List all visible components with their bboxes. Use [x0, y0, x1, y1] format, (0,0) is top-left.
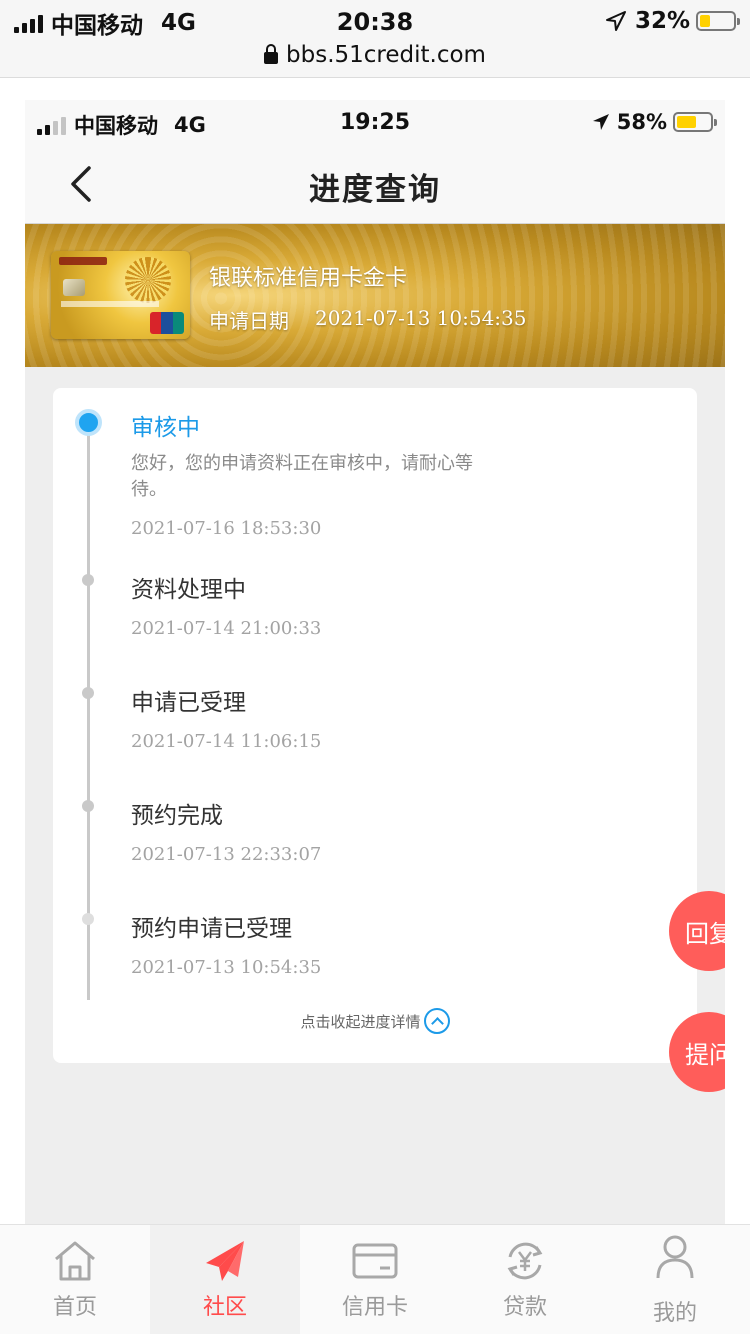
- tab-home[interactable]: 首页: [0, 1225, 150, 1334]
- tab-loan[interactable]: 贷款: [450, 1225, 600, 1334]
- tab-label: 我的: [652, 1301, 697, 1326]
- tab-community[interactable]: 社区: [150, 1225, 300, 1334]
- lock-icon: [264, 44, 279, 64]
- browser-status-right: 32%: [605, 8, 740, 34]
- timeline-dot: [82, 913, 94, 925]
- timeline-title: 申请已受理: [131, 690, 246, 716]
- timeline-dot: [82, 800, 94, 812]
- timeline-time: 2021-07-13 22:33:07: [131, 844, 322, 865]
- bottom-tab-bar: 首页 社区 信用卡 贷款 我的: [0, 1224, 750, 1334]
- progress-panel: 审核中 您好，您的申请资料正在审核中，请耐心等待。 2021-07-16 18:…: [53, 388, 697, 1063]
- card-banner: 银联标准信用卡金卡 申请日期 2021-07-13 10:54:35: [25, 224, 725, 367]
- timeline-description: 您好，您的申请资料正在审核中，请耐心等待。: [131, 453, 473, 500]
- collapse-label: 点击收起进度详情: [300, 1012, 421, 1031]
- home-icon: [55, 1241, 95, 1281]
- app-status-right: 58%: [591, 110, 717, 134]
- url-bar[interactable]: bbs.51credit.com: [0, 40, 750, 70]
- tab-label: 信用卡: [341, 1295, 408, 1320]
- timeline-title: 预约申请已受理: [131, 916, 292, 942]
- timeline-dot-active: [75, 409, 102, 436]
- tab-profile[interactable]: 我的: [600, 1225, 750, 1334]
- timeline-title: 资料处理中: [131, 577, 246, 603]
- apply-date-label: 申请日期: [209, 309, 289, 333]
- card-name: 银联标准信用卡金卡: [209, 266, 408, 291]
- location-arrow-icon: [592, 114, 609, 130]
- timeline-dot: [82, 687, 94, 699]
- location-arrow-icon: [605, 11, 626, 31]
- app-screen: 中国移动 4G 19:25 58% 进度查询 银联标准信用卡金卡 申请日期 20…: [25, 100, 725, 1224]
- browser-battery-text: 32%: [634, 8, 690, 34]
- browser-status-bar: 中国移动 4G 20:38 32% bbs.51credit.com: [0, 0, 750, 78]
- paper-plane-icon: [206, 1241, 244, 1281]
- credit-card-image: [51, 251, 190, 339]
- app-status-bar: 中国移动 4G 19:25 58%: [25, 100, 725, 146]
- timeline-time: 2021-07-16 18:53:30: [131, 518, 322, 539]
- timeline-time: 2021-07-14 11:06:15: [131, 731, 322, 752]
- apply-date: 2021-07-13 10:54:35: [315, 306, 527, 330]
- tab-label: 贷款: [502, 1295, 547, 1320]
- tab-label: 首页: [52, 1295, 97, 1320]
- tab-label: 社区: [202, 1295, 247, 1320]
- battery-icon: [696, 11, 740, 31]
- user-icon: [656, 1235, 694, 1279]
- app-battery-text: 58%: [616, 110, 667, 134]
- timeline-dot: [82, 574, 94, 586]
- tab-credit-card[interactable]: 信用卡: [300, 1225, 450, 1334]
- timeline-time: 2021-07-14 21:00:33: [131, 618, 322, 639]
- battery-icon: [673, 112, 717, 132]
- collapse-progress-link[interactable]: 点击收起进度详情: [53, 1008, 697, 1034]
- url-text: bbs.51credit.com: [286, 42, 486, 68]
- page-title: 进度查询: [309, 172, 441, 208]
- nav-bar: 进度查询: [25, 146, 725, 224]
- timeline-time: 2021-07-13 10:54:35: [131, 957, 322, 978]
- chevron-up-circle-icon: [423, 1008, 450, 1034]
- credit-card-icon: [352, 1243, 398, 1279]
- yen-refresh-icon: [507, 1242, 543, 1280]
- timeline-title: 审核中: [131, 415, 200, 441]
- timeline-title: 预约完成: [131, 803, 223, 829]
